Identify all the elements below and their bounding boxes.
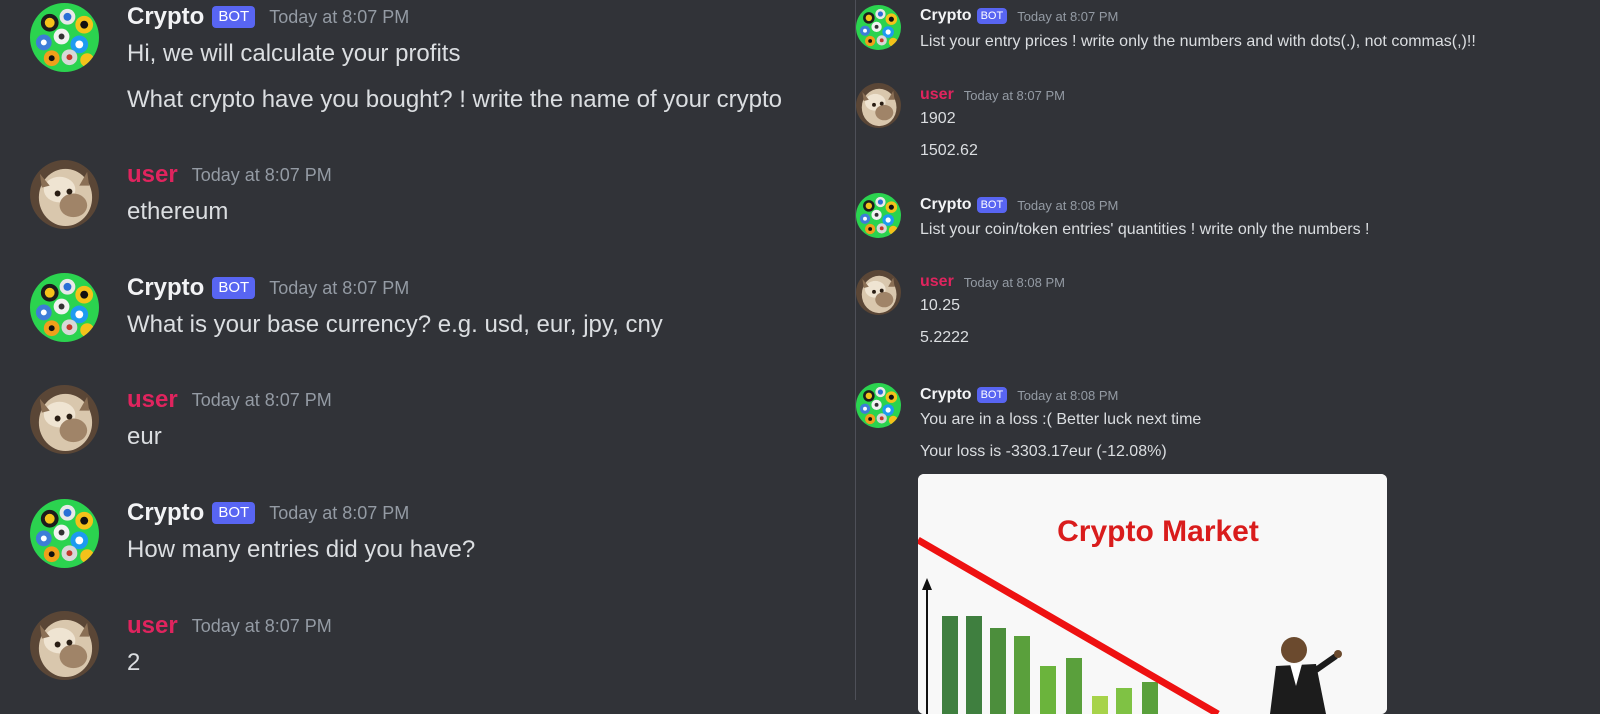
message-text: List your entry prices ! write only the … <box>920 33 1476 50</box>
message-header: Crypto BOT Today at 8:08 PM <box>920 385 1118 405</box>
bot-avatar[interactable] <box>856 193 901 238</box>
user-avatar[interactable] <box>30 611 99 680</box>
author-name[interactable]: user <box>127 386 178 414</box>
bot-badge: BOT <box>212 277 256 299</box>
message-text: 5.2222 <box>920 329 969 346</box>
message-header: Crypto BOT Today at 8:07 PM <box>127 274 409 302</box>
bot-badge: BOT <box>976 387 1008 403</box>
user-avatar[interactable] <box>856 83 901 128</box>
message-header: user Today at 8:07 PM <box>920 85 1065 105</box>
message-text: 1502.62 <box>920 142 978 159</box>
bot-avatar[interactable] <box>30 499 99 568</box>
timestamp: Today at 8:07 PM <box>191 389 332 410</box>
timestamp: Today at 8:07 PM <box>191 164 332 185</box>
author-name[interactable]: Crypto <box>127 274 204 302</box>
message-text: 10.25 <box>920 297 961 314</box>
user-avatar[interactable] <box>30 385 99 454</box>
left-chat-pane: Crypto BOT Today at 8:07 PM Hi, we will … <box>0 0 855 700</box>
author-name[interactable]: Crypto <box>920 196 972 214</box>
timestamp: Today at 8:07 PM <box>963 87 1065 103</box>
bot-avatar[interactable] <box>856 5 901 50</box>
message-header: Crypto BOT Today at 8:08 PM <box>920 195 1118 215</box>
bot-badge: BOT <box>976 197 1008 213</box>
timestamp: Today at 8:07 PM <box>1017 8 1119 24</box>
author-name[interactable]: user <box>127 161 178 189</box>
bot-avatar[interactable] <box>856 383 901 428</box>
bot-avatar[interactable] <box>30 273 99 342</box>
message-text: 2 <box>127 649 141 676</box>
bot-badge: BOT <box>976 8 1008 24</box>
message-text: You are in a loss :( Better luck next ti… <box>920 411 1202 428</box>
message-header: user Today at 8:07 PM <box>127 386 332 414</box>
cat-avatar-icon <box>856 270 901 315</box>
cat-avatar-icon <box>30 160 99 229</box>
author-name[interactable]: Crypto <box>127 499 204 527</box>
message-header: Crypto BOT Today at 8:07 PM <box>127 3 409 31</box>
message-header: Crypto BOT Today at 8:07 PM <box>127 499 409 527</box>
timestamp: Today at 8:07 PM <box>269 6 410 27</box>
crypto-coins-avatar-icon <box>30 499 99 568</box>
bot-badge: BOT <box>212 6 256 28</box>
timestamp: Today at 8:07 PM <box>269 502 410 523</box>
timestamp: Today at 8:08 PM <box>1017 387 1119 403</box>
author-name[interactable]: user <box>920 86 954 104</box>
crypto-coins-avatar-icon <box>856 383 901 428</box>
crypto-coins-avatar-icon <box>856 193 901 238</box>
author-name[interactable]: Crypto <box>920 386 972 404</box>
cat-avatar-icon <box>856 83 901 128</box>
timestamp: Today at 8:07 PM <box>269 277 410 298</box>
crypto-market-image[interactable]: Crypto Market <box>918 474 1387 714</box>
timestamp: Today at 8:08 PM <box>1017 197 1119 213</box>
message-text: 1902 <box>920 110 956 127</box>
user-avatar[interactable] <box>30 160 99 229</box>
cat-avatar-icon <box>30 385 99 454</box>
message-text: What is your base currency? e.g. usd, eu… <box>127 311 663 338</box>
user-avatar[interactable] <box>856 270 901 315</box>
author-name[interactable]: Crypto <box>127 3 204 31</box>
message-header: user Today at 8:07 PM <box>127 161 332 189</box>
message-header: user Today at 8:08 PM <box>920 272 1065 292</box>
message-header: Crypto BOT Today at 8:07 PM <box>920 6 1118 26</box>
message-text: How many entries did you have? <box>127 536 476 563</box>
message-text: What crypto have you bought? ! write the… <box>127 86 783 113</box>
bot-avatar[interactable] <box>30 3 99 72</box>
message-text: Hi, we will calculate your profits <box>127 40 461 67</box>
author-name[interactable]: Crypto <box>920 7 972 25</box>
crypto-coins-avatar-icon <box>30 273 99 342</box>
message-header: user Today at 8:07 PM <box>127 612 332 640</box>
timestamp: Today at 8:08 PM <box>963 274 1065 290</box>
bot-badge: BOT <box>212 502 256 524</box>
author-name[interactable]: user <box>920 273 954 291</box>
crypto-coins-avatar-icon <box>30 3 99 72</box>
message-text: Your loss is -3303.17eur (-12.08%) <box>920 443 1167 460</box>
image-caption: Crypto Market <box>1057 515 1259 548</box>
timestamp: Today at 8:07 PM <box>191 615 332 636</box>
message-text: ethereum <box>127 198 229 225</box>
author-name[interactable]: user <box>127 612 178 640</box>
crypto-coins-avatar-icon <box>856 5 901 50</box>
cat-avatar-icon <box>30 611 99 680</box>
message-text: List your coin/token entries' quantities… <box>920 221 1370 238</box>
message-text: eur <box>127 423 162 450</box>
